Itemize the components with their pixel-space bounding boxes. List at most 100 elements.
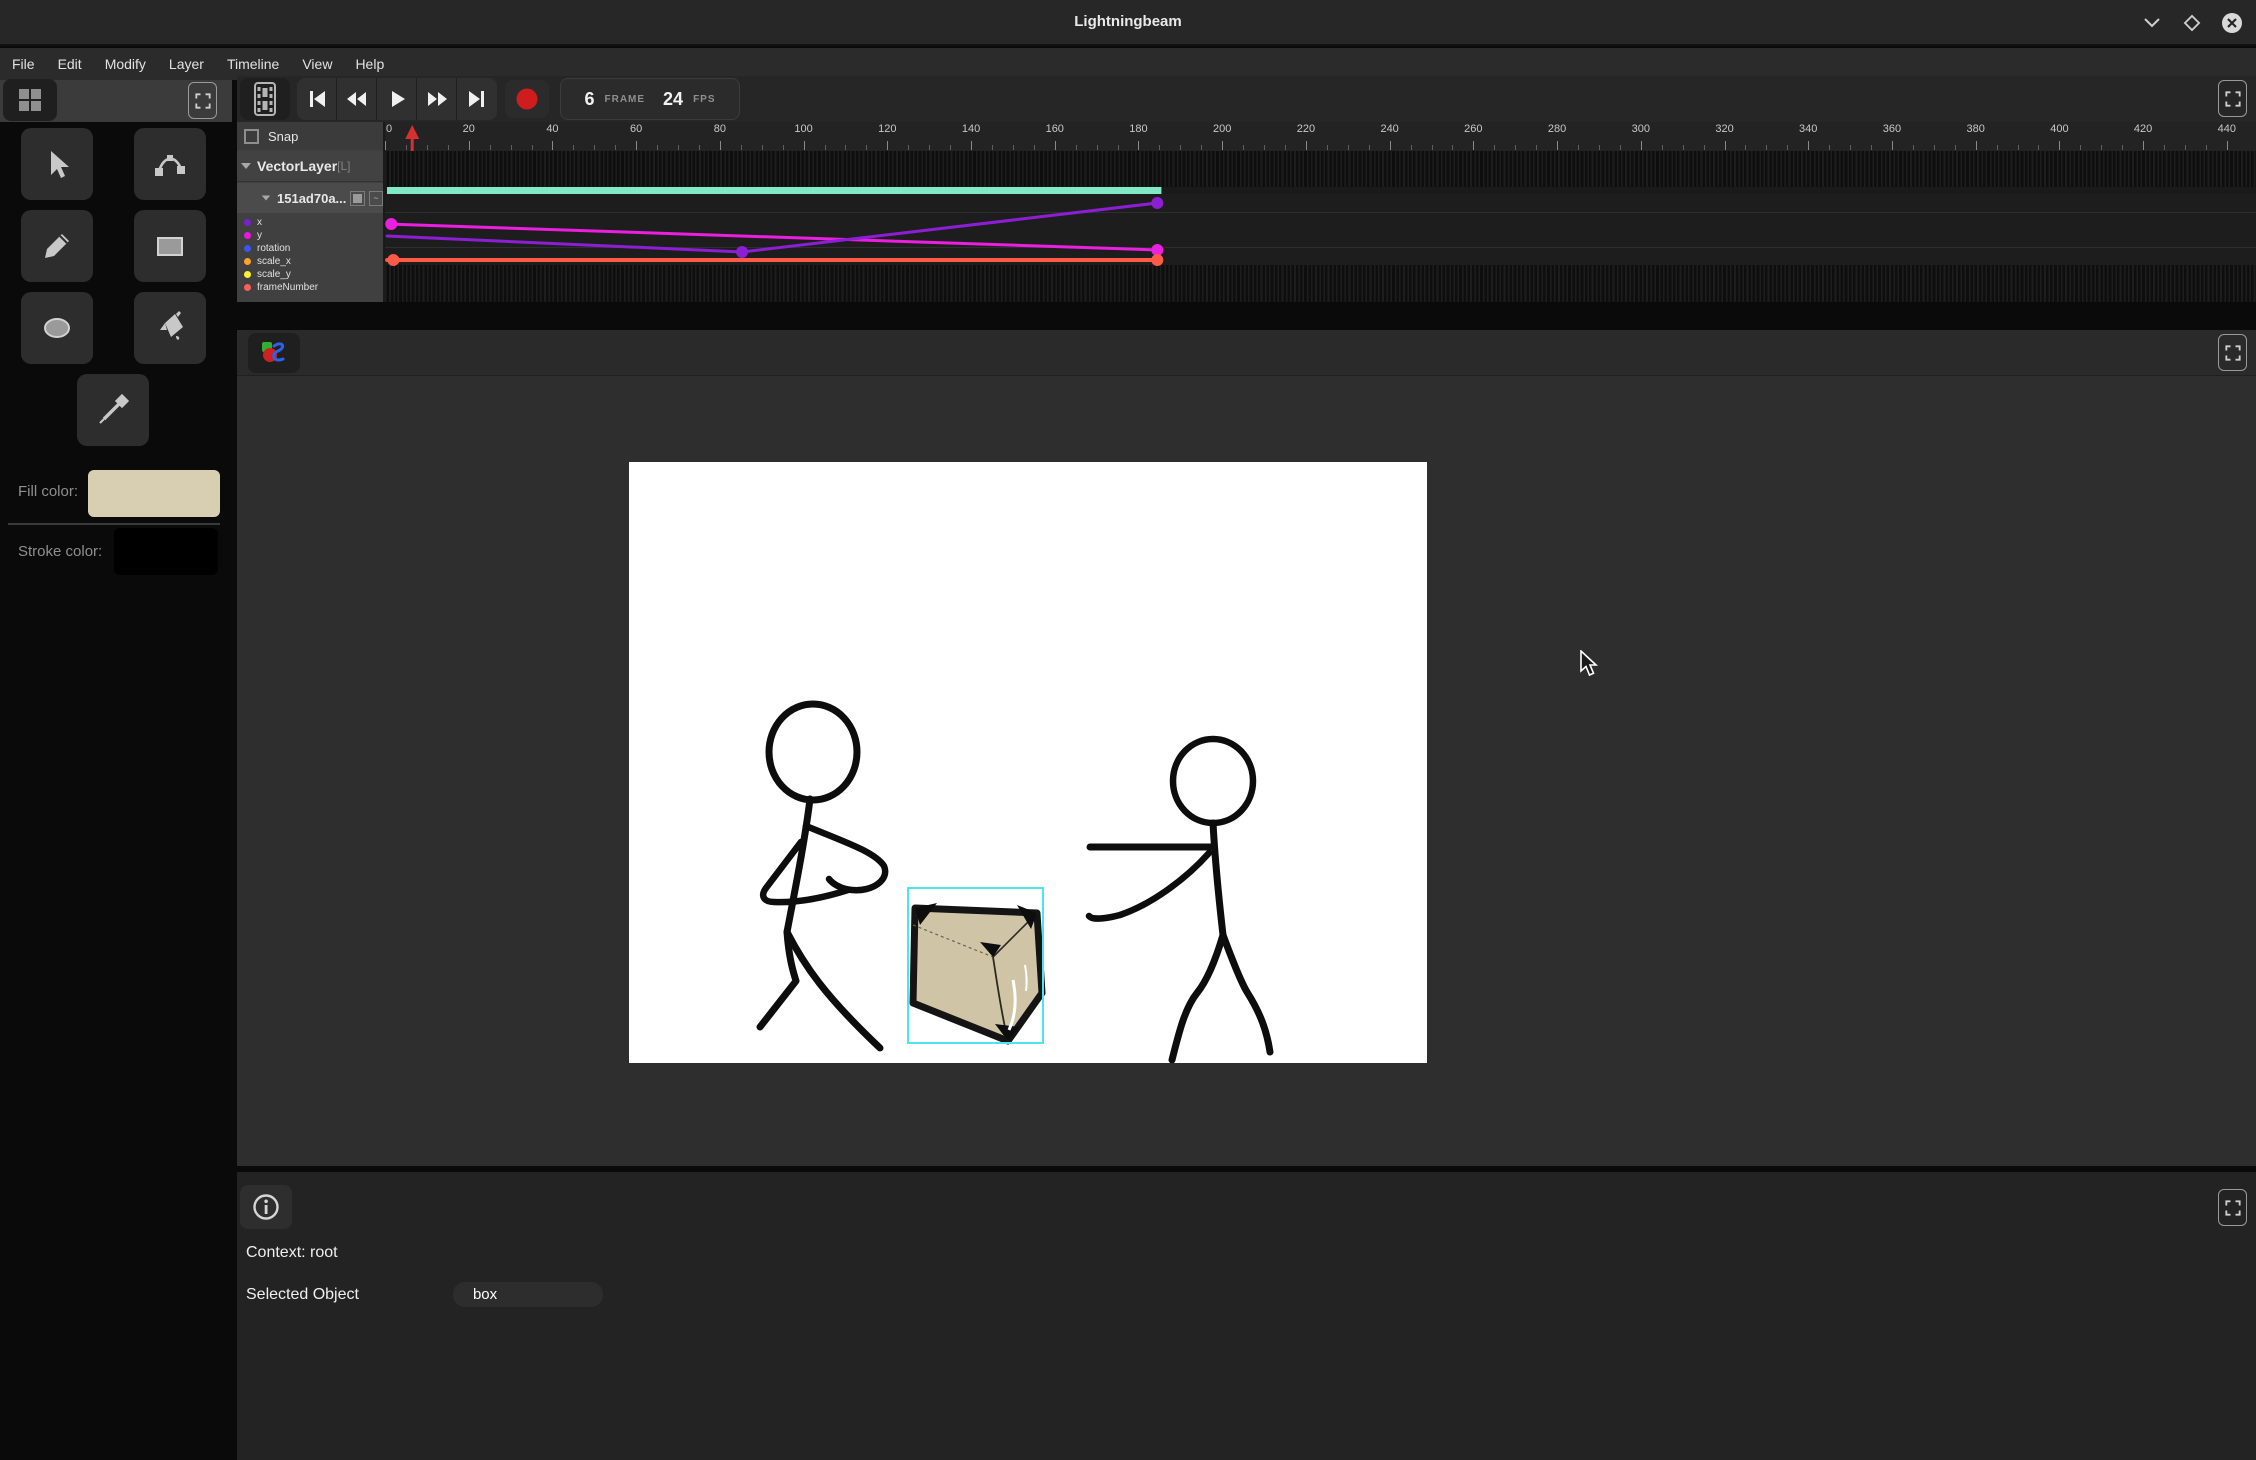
eyedropper-icon [95,392,131,428]
box-object[interactable] [908,888,1043,1043]
menu-item-file[interactable]: File [12,56,35,72]
paint-bucket-icon [152,310,188,346]
skip-to-end-button[interactable] [457,78,497,120]
minimize-icon[interactable] [2137,8,2167,38]
grid-menu-button[interactable] [3,79,57,121]
skip-to-end-icon [466,88,488,110]
fps-value[interactable]: 24 [663,89,683,110]
timeline-layer-column: Snap VectorLayer [L] 151ad70a... ~ xyrot… [237,122,383,302]
expand-icon [2223,1198,2243,1218]
playhead-arrow[interactable] [405,125,419,139]
snap-row: Snap [237,122,383,150]
fast-forward-icon [425,88,449,110]
inspector-expand-button[interactable] [2218,1189,2247,1226]
keyframe-frameNumber[interactable] [387,254,399,266]
property-row-x[interactable]: x [237,216,383,229]
maximize-icon[interactable] [2177,8,2207,38]
select-tool-button[interactable] [21,128,93,200]
transform-tool-button[interactable] [134,128,206,200]
paint-bucket-tool-button[interactable] [134,292,206,364]
ellipse-icon [39,310,75,346]
sublayer-curve-toggle-button[interactable]: ~ [369,191,383,206]
frame-value[interactable]: 6 [584,89,594,110]
close-icon[interactable] [2217,8,2247,38]
film-strip-icon [253,82,277,116]
pencil-icon [40,229,74,263]
tool-panel: Fill color: Stroke color: [0,80,232,1460]
keyframe-frameNumber[interactable] [1151,254,1163,266]
timeline-panel: 6 FRAME 24 FPS Snap VectorLayer [L] 151a… [237,76,2256,302]
rectangle-tool-button[interactable] [134,210,206,282]
info-button[interactable] [240,1185,292,1229]
collapse-triangle-icon[interactable] [241,163,251,169]
menu-item-view[interactable]: View [302,56,332,72]
skip-to-start-button[interactable] [297,78,337,120]
collapse-triangle-icon[interactable] [262,195,271,200]
property-row-scale_y[interactable]: scale_y [237,268,383,281]
keyframe-y[interactable] [385,218,397,230]
curve-y[interactable] [387,224,1157,250]
selected-object-field[interactable]: box [453,1282,603,1307]
property-label: rotation [257,243,290,254]
stick-figure-right[interactable] [1089,739,1270,1060]
stick-figure-left[interactable] [760,704,885,1048]
layer-row[interactable]: VectorLayer [L] [237,151,383,182]
timeline-toolbar: 6 FRAME 24 FPS [237,76,2256,122]
select-cursor-icon [40,147,74,181]
animation-curves[interactable] [385,122,2256,302]
timeline-expand-button[interactable] [2218,80,2247,117]
eyedropper-tool-button[interactable] [77,374,149,446]
property-row-rotation[interactable]: rotation [237,242,383,255]
property-list: xyrotationscale_xscale_y frameNumber [237,216,383,302]
timeline-tracks[interactable]: 0204060801001201401601802002202402602803… [383,122,2256,302]
menu-item-help[interactable]: Help [355,56,384,72]
rewind-icon [345,88,369,110]
play-button[interactable] [377,78,417,120]
inspector-panel: Context: root Selected Object box [237,1172,2256,1460]
fill-color-label: Fill color: [18,483,78,501]
scene [629,462,1427,1063]
property-row-y[interactable]: y [237,229,383,242]
tool-panel-expand-button[interactable] [188,82,217,119]
selected-object-row: Selected Object box [246,1282,603,1307]
fill-color-swatch[interactable] [88,470,220,517]
rectangle-icon [152,228,188,264]
property-row-scale_x[interactable]: scale_x [237,255,383,268]
expand-icon [2223,343,2243,363]
path-nodes-icon [152,146,188,182]
vector-shapes-button[interactable] [248,333,300,373]
property-label: scale_y [257,269,291,280]
sublayer-visibility-button[interactable] [350,191,364,206]
property-color-dot [244,232,251,239]
menu-item-timeline[interactable]: Timeline [227,56,279,72]
fast-forward-button[interactable] [417,78,457,120]
property-color-dot [244,219,251,226]
playhead-stem[interactable] [411,137,414,151]
menu-item-modify[interactable]: Modify [105,56,146,72]
sublayer-row[interactable]: 151ad70a... ~ [237,183,383,213]
pencil-tool-button[interactable] [21,210,93,282]
context-text: Context: root [246,1244,338,1262]
grid-icon [17,87,43,113]
record-icon [515,87,539,111]
property-label: frameNumber [257,282,318,293]
property-row-frameNumber[interactable]: frameNumber [237,281,383,294]
layer-span-bar[interactable] [387,187,1161,194]
stage[interactable] [629,462,1427,1063]
layer-name: VectorLayer [257,158,337,174]
rewind-button[interactable] [337,78,377,120]
stroke-color-swatch[interactable] [114,528,218,575]
keyframe-x[interactable] [736,246,748,258]
divider [8,523,220,525]
title-bar: Lightningbeam [0,0,2256,46]
snap-checkbox[interactable] [244,129,259,144]
canvas-expand-button[interactable] [2218,334,2247,371]
ellipse-tool-button[interactable] [21,292,93,364]
menu-item-layer[interactable]: Layer [169,56,204,72]
menu-item-edit[interactable]: Edit [58,56,82,72]
frame-fps-group: 6 FRAME 24 FPS [560,78,740,120]
record-button[interactable] [505,80,549,118]
film-export-button[interactable] [240,78,290,120]
keyframe-x[interactable] [1151,197,1163,209]
property-color-dot [244,245,251,252]
